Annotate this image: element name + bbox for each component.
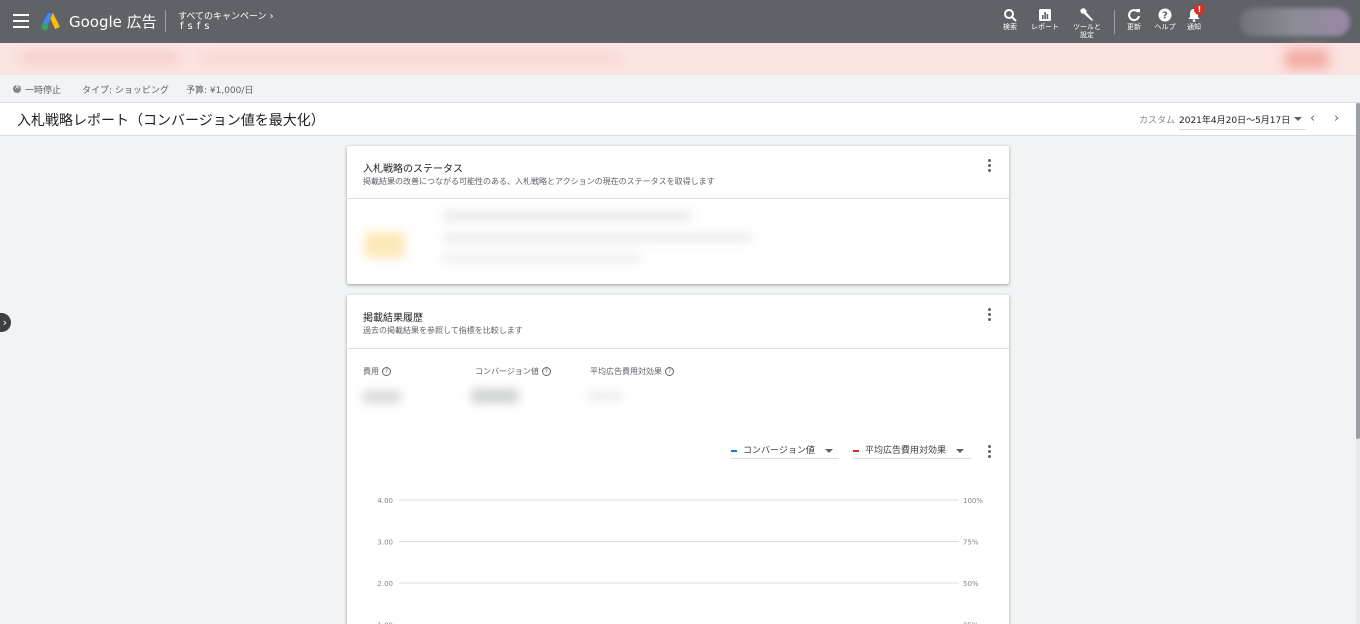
alert-text-blurred [200,54,620,62]
report-header: 入札戦略レポート（コンバージョン値を最大化） カスタム 2021年4月20日～5… [0,103,1356,136]
date-range-label: カスタム [1139,116,1176,126]
metric-value-blurred [363,391,401,403]
chevron-right-icon[interactable]: › [1334,112,1339,126]
more-options-icon[interactable] [988,308,992,323]
caret-down-icon [956,448,965,453]
help-button[interactable]: ? ヘルプ [1153,8,1177,31]
svg-text:?: ? [1162,11,1168,22]
account-avatar[interactable] [1240,8,1350,36]
reports-label: レポート [1031,23,1059,31]
expand-sidebar-handle[interactable]: › [0,313,11,332]
bid-strategy-status-card: 入札戦略のステータス 掲載結果の改善につながる可能性のある、入札戦略とアクション… [347,146,1009,284]
card-divider [347,348,1009,349]
metric-value-blurred [471,389,519,403]
notifications-label: 通知 [1187,23,1201,31]
reports-button[interactable]: レポート [1029,8,1061,31]
header-divider [165,10,166,32]
help-icon[interactable]: ? [382,367,391,376]
metric-label: 費用 [363,367,379,376]
left-axis-tick-label: 2.00 [377,580,393,588]
date-range-underline [1179,129,1306,130]
metric-avg-roas[interactable]: 平均広告費用対効果? [590,366,674,377]
reports-icon [1039,9,1051,21]
card-title: 入札戦略のステータス [363,164,463,175]
campaign-type: タイプ: ショッピング [82,86,169,96]
notifications-button[interactable]: ! 通知 [1184,4,1205,31]
tools-settings-button[interactable]: ツールと設定 [1071,8,1103,39]
chart-options-icon[interactable] [988,445,992,460]
product-name[interactable]: Google 広告 [69,11,157,32]
page-title: 入札戦略レポート（コンバージョン値を最大化） [17,113,325,129]
refresh-icon [1128,9,1140,22]
series-selector-label: 平均広告費用対効果 [865,446,947,456]
metric-label: 平均広告費用対効果 [590,367,662,376]
alert-text-blurred [20,53,180,63]
metric-label: コンバージョン値 [475,367,539,376]
card-subtitle: 掲載結果の改善につながる可能性のある、入札戦略とアクションの現在のステータスを取… [363,177,715,186]
right-axis-tick-label: 75% [963,539,979,547]
tools-divider [1114,10,1115,34]
campaign-info-bar: 一時停止 タイプ: ショッピング 予算: ¥1,000/日 [0,75,1360,103]
right-axis-tick-label: 100% [963,497,983,505]
series-selector-label: コンバージョン値 [743,446,815,456]
left-axis-tick-label: 4.00 [377,497,393,505]
tools-settings-label: ツールと設定 [1073,23,1101,39]
google-ads-logo-icon [41,13,60,31]
status-text-blurred [442,212,692,220]
menu-icon[interactable] [13,14,29,28]
search-label: 検索 [1003,23,1017,31]
more-options-icon[interactable] [988,159,992,174]
top-app-bar: Google 広告 すべてのキャンペーン › fsfs 検索 レポート ツールと設… [0,0,1360,43]
series-selector-primary[interactable]: コンバージョン値 [731,443,839,459]
alert-banner [0,43,1360,75]
caret-down-icon [824,448,833,453]
campaign-budget[interactable]: 予算: ¥1,000/日 [186,83,253,96]
status-icon-blurred [365,232,405,258]
right-axis-tick-label: 50% [963,580,979,588]
help-icon[interactable]: ? [665,367,674,376]
card-divider [347,198,1009,199]
help-label: ヘルプ [1154,23,1176,31]
performance-chart: 4.00100%3.0075%2.0050%1.0025% [377,497,983,624]
help-icon[interactable]: ? [541,367,551,376]
series-color-swatch [731,449,737,452]
account-name[interactable]: fsfs [180,21,213,32]
card-title: 掲載結果履歴 [363,313,423,324]
series-color-swatch [853,449,859,452]
metric-cost[interactable]: 費用? [363,366,391,377]
chevron-right-icon: › [269,11,274,22]
left-axis-tick-label: 3.00 [377,539,393,547]
wrench-icon [1080,8,1093,21]
campaign-status[interactable]: 一時停止 [25,83,61,96]
paused-status-icon [13,82,21,93]
date-range-picker[interactable]: 2021年4月20日～5月17日 [1179,113,1290,126]
scrollbar-thumb[interactable] [1356,103,1360,439]
page-scrollbar[interactable] [1356,103,1360,624]
performance-history-card: 掲載結果履歴 過去の掲載結果を参照して指標を比較します 費用? コンバージョン値… [347,295,1009,624]
status-text-blurred [442,234,752,242]
search-icon [1004,9,1017,22]
refresh-label: 更新 [1127,23,1141,31]
notification-badge: ! [1194,4,1205,15]
refresh-button[interactable]: 更新 [1124,8,1144,31]
metric-value-blurred [587,391,623,401]
status-text-blurred [442,254,642,262]
chevron-left-icon[interactable]: ‹ [1310,112,1315,126]
card-subtitle: 過去の掲載結果を参照して指標を比較します [363,326,523,335]
chevron-right-icon: › [2,316,7,329]
help-circle-icon: ? [1158,8,1172,22]
metric-conversion-value[interactable]: コンバージョン値? [475,366,551,377]
series-selector-secondary[interactable]: 平均広告費用対効果 [853,443,971,459]
caret-down-icon[interactable] [1294,117,1302,121]
alert-action-button[interactable] [1285,49,1329,69]
search-button[interactable]: 検索 [1000,8,1020,31]
